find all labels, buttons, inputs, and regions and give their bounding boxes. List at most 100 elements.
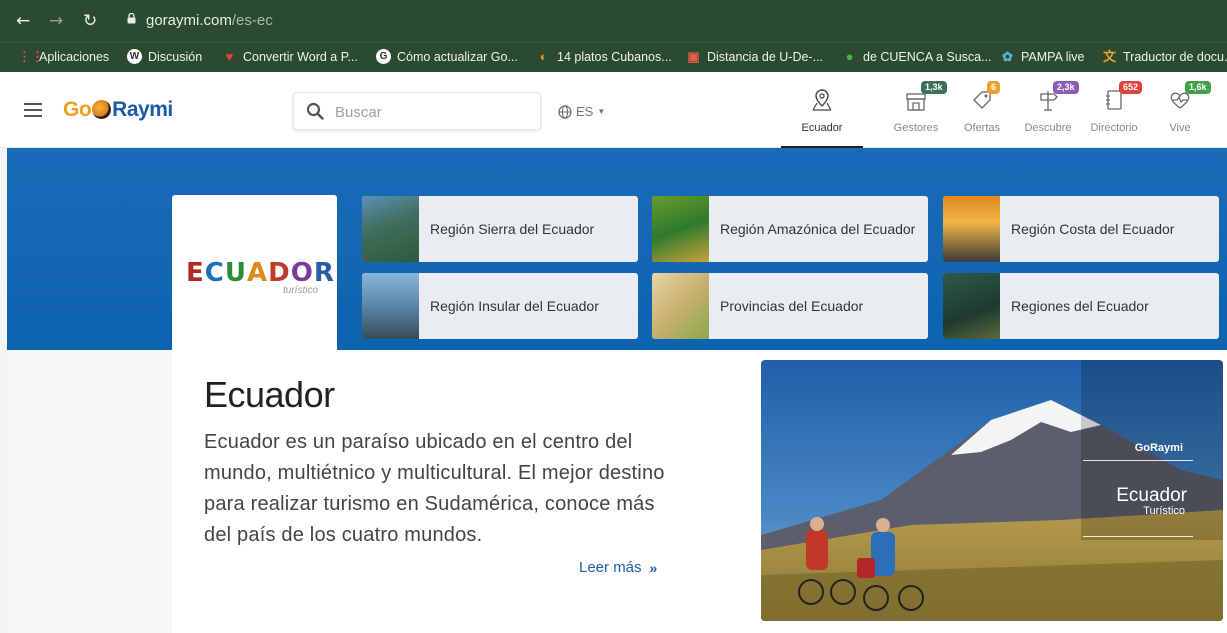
page-description: Ecuador es un paraíso ubicado en el cent… — [204, 431, 665, 546]
tile-region-sierra[interactable]: Región Sierra del Ecuador — [362, 196, 638, 262]
count-badge: 2,3k — [1053, 81, 1079, 94]
search-icon — [306, 102, 324, 120]
nav-item-ofertas[interactable]: 6 Ofertas — [949, 81, 1015, 146]
caret-down-icon: ▼ — [597, 107, 606, 116]
bookmark-label: 14 platos Cubanos... — [557, 49, 672, 64]
back-arrow-icon[interactable]: ← — [16, 11, 30, 31]
nav-item-vive[interactable]: 1,6k Vive — [1147, 81, 1213, 146]
tile-region-insular[interactable]: Región Insular del Ecuador — [362, 273, 638, 339]
bookmark-item[interactable]: ✿ PAMPA live — [1000, 49, 1084, 64]
nav-item-label: Gestores — [893, 122, 939, 134]
tile-label: Regiones del Ecuador — [1011, 298, 1149, 314]
page-title: Ecuador — [204, 374, 335, 415]
url-path: /es-ec — [231, 12, 273, 29]
bookmark-item[interactable]: W Discusión — [127, 49, 202, 64]
overlay-divider — [1083, 536, 1193, 537]
logo-letter: E — [186, 258, 205, 288]
leaf-icon: ✿ — [1002, 49, 1013, 64]
bookmark-item[interactable]: ● de CUENCA a Susca... — [842, 49, 992, 64]
globe-icon — [558, 104, 572, 119]
bookmark-label: Traductor de docu... — [1123, 49, 1227, 64]
tile-label: Región Costa del Ecuador — [1011, 221, 1175, 237]
bookmark-item[interactable]: ♥ Convertir Word a P... — [222, 49, 358, 64]
overlay-divider — [1083, 460, 1193, 461]
ecuador-turistico-logo: ECUADOR — [186, 258, 335, 288]
tile-label: Provincias del Ecuador — [720, 298, 864, 314]
read-more-label: Leer más — [579, 559, 642, 576]
bookmark-label: PAMPA live — [1021, 49, 1085, 64]
reload-icon[interactable]: ↻ — [83, 11, 97, 31]
tile-label: Región Sierra del Ecuador — [430, 221, 595, 237]
nav-item-gestores[interactable]: 1,3k Gestores — [883, 81, 949, 146]
heart-icon: ♥ — [225, 49, 234, 64]
nav-item-descubre[interactable]: 2,3k Descubre — [1015, 81, 1081, 146]
double-chevron-right-icon: » — [649, 559, 658, 576]
tile-thumbnail — [943, 196, 1000, 262]
map-icon: ▣ — [687, 49, 700, 64]
map-pin-icon — [812, 89, 832, 111]
bookmark-label: Distancia de U-De-... — [707, 49, 824, 64]
logo-letter: O — [290, 258, 314, 288]
language-selector[interactable]: ES ▼ — [558, 104, 605, 119]
logo-letter: R — [313, 258, 335, 288]
apps-grid-icon: ⋮⋮ — [18, 49, 44, 64]
count-badge: 652 — [1119, 81, 1143, 94]
nav-item-label: Vive — [1169, 122, 1191, 134]
count-badge: 6 — [987, 81, 1001, 94]
bookmark-item[interactable]: G Cómo actualizar Go... — [376, 49, 518, 64]
search-input[interactable]: Buscar — [293, 92, 541, 130]
nav-item-label: Ofertas — [963, 122, 1001, 134]
translate-icon: 文 — [1102, 49, 1116, 64]
bookmark-item[interactable]: ▣ Distancia de U-De-... — [686, 49, 823, 64]
tile-thumbnail — [362, 273, 419, 339]
tile-region-costa[interactable]: Región Costa del Ecuador — [943, 196, 1219, 262]
nav-item-label: Descubre — [1024, 122, 1072, 134]
photo-overlay-brand: GoRaymi — [1134, 442, 1183, 454]
goraymi-logo[interactable]: Go Raymi — [63, 98, 173, 122]
search-placeholder: Buscar — [335, 104, 382, 121]
tile-thumbnail — [652, 196, 709, 262]
cotopaxi-cyclists-photo: GoRaymi Ecuador Turístico — [761, 360, 1223, 621]
photo-overlay-subtitle: Turístico — [1143, 505, 1185, 517]
nav-item-ecuador[interactable]: Ecuador — [781, 82, 863, 148]
tile-thumbnail — [362, 196, 419, 262]
google-icon: G — [376, 49, 391, 64]
photo-overlay-title: Ecuador — [1116, 485, 1187, 506]
wikipedia-icon: W — [127, 49, 142, 64]
read-more-link[interactable]: Leer más » — [579, 559, 657, 576]
bookmark-label: Discusión — [148, 49, 203, 64]
count-badge: 1,3k — [921, 81, 947, 94]
hamburger-menu-icon[interactable] — [24, 103, 42, 117]
nav-item-label: Directorio — [1090, 122, 1138, 134]
tile-label: Región Insular del Ecuador — [430, 298, 599, 314]
bookmark-item[interactable]: ◐ 14 platos Cubanos... — [536, 49, 672, 64]
logo-letter: A — [246, 258, 269, 288]
bookmark-label: de CUENCA a Susca... — [863, 49, 992, 64]
address-bar[interactable]: goraymi.com/es-ec — [146, 12, 273, 29]
forward-arrow-icon[interactable]: → — [49, 11, 63, 31]
bookmark-label: Convertir Word a P... — [243, 49, 358, 64]
logo-letter: C — [204, 258, 225, 288]
nav-item-directorio[interactable]: 652 Directorio — [1081, 81, 1147, 146]
logo-letter: U — [224, 258, 247, 288]
tile-provincias[interactable]: Provincias del Ecuador — [652, 273, 928, 339]
browser-toolbar: ← → ↻ goraymi.com/es-ec — [0, 0, 1227, 42]
logo-raymi-text: Raymi — [112, 98, 173, 121]
bookmarks-bar: ⋮⋮ Aplicaciones W Discusión ♥ Convertir Word … — [0, 42, 1227, 72]
ecuador-logo-subtitle: turístico — [283, 285, 319, 296]
tile-regiones[interactable]: Regiones del Ecuador — [943, 273, 1219, 339]
bookmark-icon: ◐ — [539, 49, 548, 64]
logo-letter: D — [268, 258, 291, 288]
nav-item-label: Ecuador — [801, 122, 843, 134]
count-badge: 1,6k — [1185, 81, 1211, 94]
logo-sun-icon — [92, 100, 112, 119]
site-header: Go Raymi Buscar ES ▼ Ecuador 1,3k Gestores 6… — [0, 72, 1227, 148]
bookmark-item[interactable]: ⋮⋮ Aplicaciones — [18, 49, 109, 64]
tile-region-amazonica[interactable]: Región Amazónica del Ecuador — [652, 196, 928, 262]
lock-icon — [127, 13, 136, 24]
bookmark-item[interactable]: 文 Traductor de docu... — [1102, 49, 1227, 64]
tile-label: Región Amazónica del Ecuador — [720, 221, 916, 237]
language-label: ES — [576, 104, 594, 119]
logo-go-text: Go — [63, 98, 92, 121]
tile-thumbnail — [652, 273, 709, 339]
